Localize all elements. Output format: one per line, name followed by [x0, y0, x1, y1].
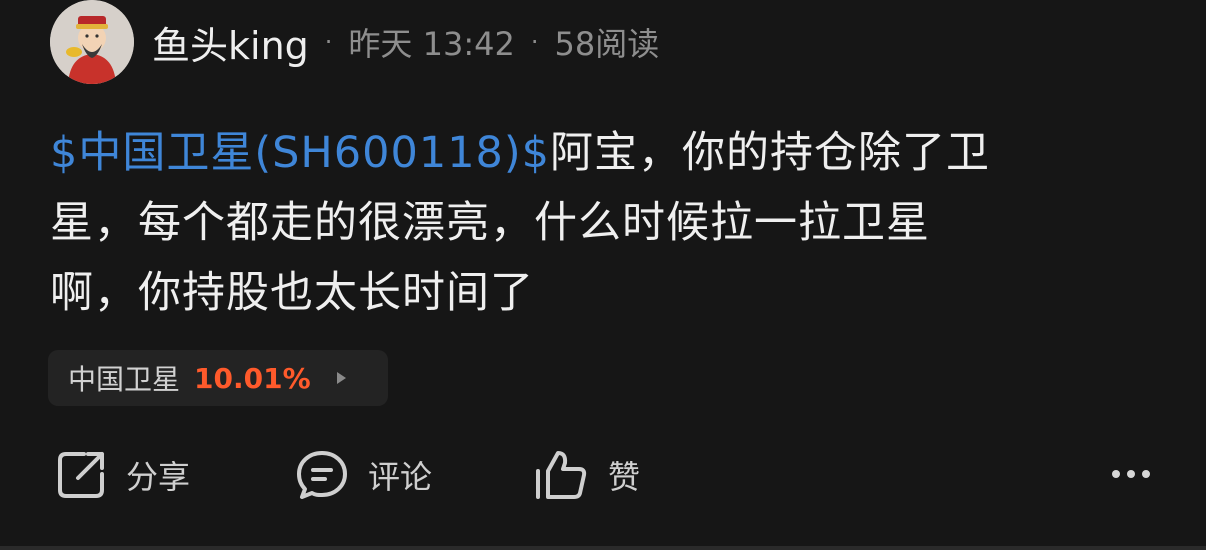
- comment-label: 评论: [368, 458, 433, 496]
- stock-chip-name: 中国卫星: [68, 363, 181, 396]
- stock-link[interactable]: $中国卫星(SH600118)$: [50, 128, 550, 178]
- content-text: 阿宝，你的持仓除了卫: [550, 128, 991, 178]
- post-meta: 鱼头king · 昨天 13:42 · 58阅读: [152, 15, 659, 70]
- share-label: 分享: [126, 458, 191, 496]
- comment-button[interactable]: 评论: [294, 440, 432, 510]
- content-line-1: $中国卫星(SH600118)$阿宝，你的持仓除了卫: [50, 118, 1130, 188]
- more-icon: [1142, 470, 1150, 478]
- author-name[interactable]: 鱼头king: [152, 15, 309, 70]
- stock-chip-change: 10.01%: [194, 361, 311, 395]
- stock-chip[interactable]: 中国卫星 10.01%: [48, 350, 388, 406]
- divider: [0, 546, 1206, 550]
- more-icon: [1127, 470, 1135, 478]
- more-icon: [1112, 470, 1120, 478]
- avatar[interactable]: [50, 0, 134, 84]
- separator-dot: ·: [324, 28, 333, 56]
- post-header: 鱼头king · 昨天 13:42 · 58阅读: [50, 0, 659, 84]
- content-line-2: 星，每个都走的很漂亮，什么时候拉一拉卫星: [50, 198, 930, 248]
- thumbs-up-icon: [536, 451, 587, 499]
- action-bar: 分享 评论 赞: [0, 440, 1206, 510]
- read-count: 58阅读: [554, 25, 660, 63]
- post-content: $中国卫星(SH600118)$阿宝，你的持仓除了卫 星，每个都走的很漂亮，什么…: [50, 118, 1130, 328]
- like-label: 赞: [608, 458, 641, 496]
- more-button[interactable]: [1112, 470, 1150, 478]
- content-line-3: 啊，你持股也太长时间了: [50, 268, 534, 318]
- share-icon: [58, 452, 104, 498]
- like-button[interactable]: 赞: [532, 440, 640, 510]
- fortune-god-avatar-icon: [50, 0, 134, 84]
- separator-dot: ·: [530, 28, 539, 56]
- chevron-right-icon: [336, 372, 346, 384]
- post-time: 昨天 13:42: [348, 25, 515, 63]
- comment-icon: [297, 451, 347, 499]
- share-button[interactable]: 分享: [54, 440, 190, 510]
